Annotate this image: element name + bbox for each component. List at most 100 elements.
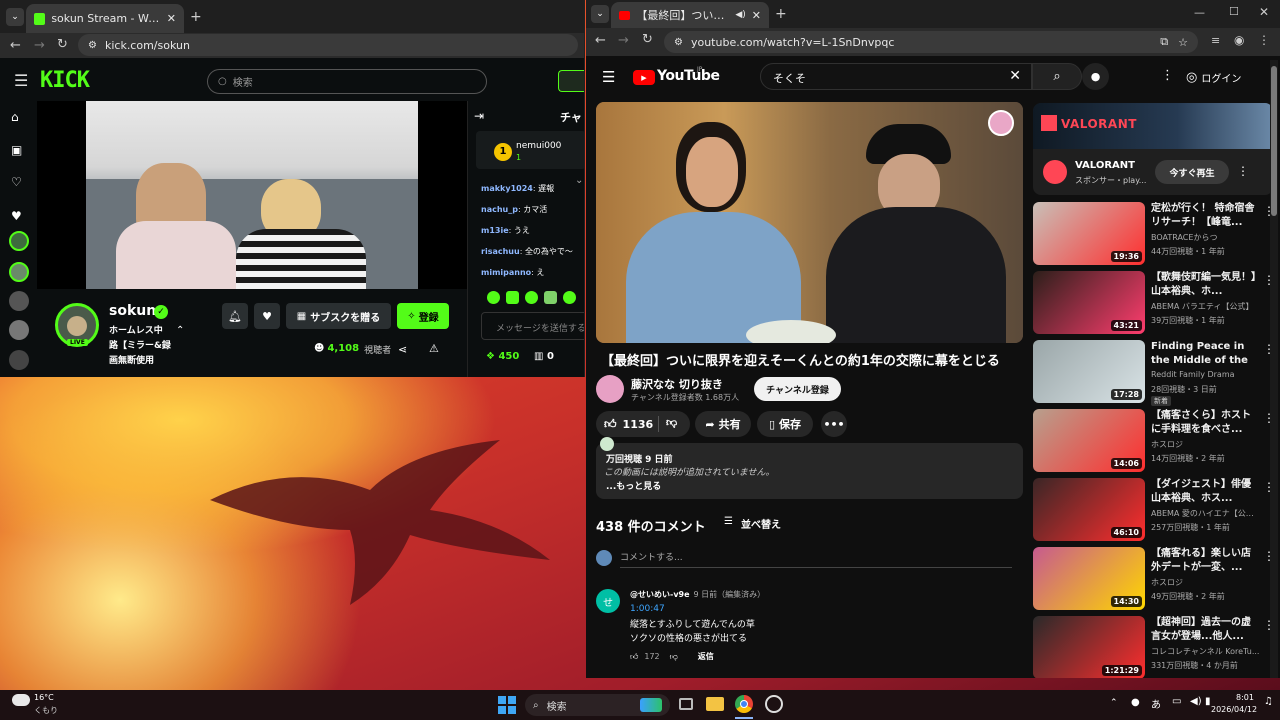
kick-address-bar[interactable]: ⚙ kick.com/sokun bbox=[78, 34, 578, 56]
bookmark-star-icon[interactable]: ☆ bbox=[1178, 36, 1188, 49]
taskbar-search[interactable]: ⌕ 検索 bbox=[525, 694, 670, 716]
maximize-icon[interactable]: ☐ bbox=[1229, 5, 1239, 18]
volume-icon[interactable]: ◀) bbox=[1190, 696, 1202, 707]
comment-dislike-icon[interactable]: 👎︎ bbox=[670, 652, 678, 662]
show-hidden-icons[interactable]: ⌃ bbox=[1110, 698, 1118, 708]
followed-channel-avatar[interactable] bbox=[9, 320, 29, 340]
chat-username[interactable]: m13ie bbox=[481, 226, 509, 235]
sponsored-ad-card[interactable]: VALORANT VALORANT スポンサー・play... 今すぐ再生 ⋮ bbox=[1033, 103, 1273, 195]
recommendation-channel[interactable]: ABEMA 愛のハイエナ【公式... bbox=[1151, 508, 1261, 519]
recommendation-thumbnail[interactable]: 46:10 bbox=[1033, 478, 1145, 541]
clear-search-icon[interactable]: ✕ bbox=[1009, 68, 1021, 84]
ad-cta-button[interactable]: 今すぐ再生 bbox=[1155, 160, 1229, 184]
recommendation-item[interactable]: 43:21 【歌舞伎町編一気見！】山本裕典、ホ... ABEMA バラエティ【公式】… bbox=[1033, 271, 1275, 335]
youtube-logo-icon[interactable]: ▶ bbox=[633, 70, 655, 85]
site-info-icon[interactable]: ⚙ bbox=[88, 40, 97, 51]
task-view-icon[interactable] bbox=[679, 698, 693, 710]
chat-username[interactable]: risachuu bbox=[481, 247, 520, 256]
sort-comments-button[interactable]: ☰ 並べ替え bbox=[724, 516, 781, 531]
recommendation-item[interactable]: 17:28 Finding Peace in the Middle of the … bbox=[1033, 340, 1275, 406]
dislike-icon[interactable]: 👎︎ bbox=[666, 416, 677, 429]
close-window-icon[interactable]: ✕ bbox=[1259, 5, 1269, 19]
ad-banner[interactable]: VALORANT bbox=[1033, 103, 1273, 149]
notifications-button[interactable]: 🔔︎ bbox=[222, 303, 248, 329]
browse-icon[interactable]: ▣ bbox=[11, 143, 22, 157]
yt-address-bar[interactable]: ⚙ youtube.com/watch?v=L-1SnDnvpqc ⧉ ☆ bbox=[664, 31, 1198, 53]
share-button[interactable]: ➦ 共有 bbox=[695, 411, 751, 437]
follow-button[interactable]: ✧ 登録 bbox=[397, 303, 449, 329]
recommendation-channel[interactable]: BOATRACEからつ bbox=[1151, 232, 1261, 243]
kick-search-input[interactable]: ○ 検索 bbox=[207, 69, 487, 94]
show-more-link[interactable]: ...もっと見る bbox=[606, 479, 661, 492]
ime-indicator[interactable]: あ bbox=[1151, 696, 1161, 711]
save-button[interactable]: ▯ 保存 bbox=[757, 411, 813, 437]
like-count[interactable]: 1136 bbox=[623, 418, 654, 431]
comment-author[interactable]: @せいめい-v9e bbox=[630, 589, 690, 600]
channel-avatar[interactable] bbox=[596, 375, 624, 403]
collapse-chat-icon[interactable]: ⇥ bbox=[474, 109, 484, 123]
voice-search-button[interactable]: ● bbox=[1082, 63, 1109, 90]
recommendation-title[interactable]: 【痛客さくら】ホストに手料理を食べさ... bbox=[1151, 409, 1257, 437]
tab-groups-icon[interactable]: ≡ bbox=[1211, 34, 1220, 47]
start-button[interactable] bbox=[498, 696, 516, 714]
reply-button[interactable]: 返信 bbox=[698, 651, 714, 662]
recommendation-channel[interactable]: コレコレチャンネル KoreTu... bbox=[1151, 646, 1261, 657]
favorites-icon[interactable]: ♥ bbox=[11, 209, 22, 223]
close-tab-icon[interactable]: ✕ bbox=[752, 9, 761, 22]
kick-login-button[interactable] bbox=[558, 70, 584, 92]
recommendation-item[interactable]: 19:36 定松が行く！ 特命宿舎リサーチ！【峰竜... BOATRACEからつ 44… bbox=[1033, 202, 1275, 266]
kick-video-player[interactable] bbox=[37, 101, 467, 289]
forward-icon[interactable]: → bbox=[618, 33, 629, 48]
favorite-button[interactable]: ♥ bbox=[254, 303, 280, 329]
weather-temperature[interactable]: 16°C bbox=[34, 693, 54, 702]
emote-icon[interactable] bbox=[506, 291, 519, 304]
recommendation-title[interactable]: Finding Peace in the Middle of the City … bbox=[1151, 340, 1257, 368]
search-button[interactable]: ⌕ bbox=[1032, 63, 1082, 90]
network-icon[interactable]: ▭ bbox=[1172, 696, 1181, 707]
scrollbar-thumb[interactable] bbox=[1271, 66, 1277, 216]
youtube-tab[interactable]: 【最終回】ついに限界を迎えそ ◀) ✕ bbox=[611, 2, 769, 28]
report-icon[interactable]: ⚠ bbox=[429, 342, 439, 355]
chrome-icon[interactable] bbox=[735, 695, 753, 713]
recommendation-thumbnail[interactable]: 43:21 bbox=[1033, 271, 1145, 334]
microphone-icon[interactable]: ● bbox=[1131, 697, 1140, 708]
recommendation-item[interactable]: 14:30 【痛客れる】楽しい店外デートが一変、... ホスロジ 49万回視聴・2 年… bbox=[1033, 547, 1275, 611]
recommendation-thumbnail[interactable]: 17:28 bbox=[1033, 340, 1145, 403]
followed-channel-avatar[interactable] bbox=[9, 262, 29, 282]
close-tab-icon[interactable]: ✕ bbox=[167, 12, 176, 25]
recommendation-item[interactable]: 1:21:29 【超神回】過去一の虚言女が登場...他人... コレコレチャンネル … bbox=[1033, 616, 1275, 678]
battery-icon[interactable]: ▮ bbox=[1205, 696, 1211, 707]
chat-username[interactable]: makky1024 bbox=[481, 184, 533, 193]
following-icon[interactable]: ♡ bbox=[11, 175, 22, 189]
description-box[interactable]: 万回視聴 9 日前 この動画には説明が追加されていません。 ...もっと見る bbox=[596, 443, 1023, 499]
file-explorer-icon[interactable] bbox=[706, 697, 724, 711]
commenter-avatar[interactable]: せ bbox=[596, 589, 620, 613]
settings-menu-icon[interactable]: ⋮ bbox=[1161, 68, 1174, 83]
recommendation-item[interactable]: 46:10 【ダイジェスト】俳優 山本裕典、ホス... ABEMA 愛のハイエナ【公… bbox=[1033, 478, 1275, 542]
followed-channel-avatar[interactable] bbox=[9, 291, 29, 311]
recommendation-thumbnail[interactable]: 1:21:29 bbox=[1033, 616, 1145, 678]
site-info-icon[interactable]: ⚙ bbox=[674, 37, 683, 48]
recommendation-title[interactable]: 【ダイジェスト】俳優 山本裕典、ホス... bbox=[1151, 478, 1257, 506]
emote-icon[interactable] bbox=[544, 291, 557, 304]
channel-name[interactable]: 藤沢なな 切り抜き bbox=[631, 376, 723, 392]
gift-sub-button[interactable]: ▦ サブスクを贈る bbox=[286, 303, 391, 329]
clock-time[interactable]: 8:01 bbox=[1236, 693, 1254, 702]
notification-bell-icon[interactable]: ♫ bbox=[1264, 696, 1273, 707]
chat-username[interactable]: nachu_p bbox=[481, 205, 518, 214]
recommendation-thumbnail[interactable]: 14:30 bbox=[1033, 547, 1145, 610]
emote-icon[interactable] bbox=[563, 291, 576, 304]
guide-menu-icon[interactable]: ☰ bbox=[602, 68, 615, 86]
chat-input[interactable]: メッセージを送信する bbox=[481, 312, 584, 340]
kick-tab[interactable]: sokun Stream - Watch Live on K ✕ bbox=[26, 4, 184, 33]
pinned-gifter-card[interactable]: 1 nemui000 1 bbox=[476, 131, 584, 169]
recommendation-channel[interactable]: ホスロジ bbox=[1151, 439, 1261, 450]
menu-icon[interactable]: ☰ bbox=[14, 71, 28, 90]
recommendation-item[interactable]: 14:06 【痛客さくら】ホストに手料理を食べさ... ホスロジ 14万回視聴・2 年… bbox=[1033, 409, 1275, 473]
weather-cloud-icon[interactable] bbox=[12, 694, 30, 706]
back-icon[interactable]: ← bbox=[595, 33, 606, 48]
share-icon[interactable]: ⋖ bbox=[398, 343, 407, 356]
comment-input[interactable]: コメントする... bbox=[620, 550, 1012, 568]
profile-icon[interactable]: ◉ bbox=[1234, 33, 1244, 47]
install-app-icon[interactable]: ⧉ bbox=[1160, 35, 1168, 49]
